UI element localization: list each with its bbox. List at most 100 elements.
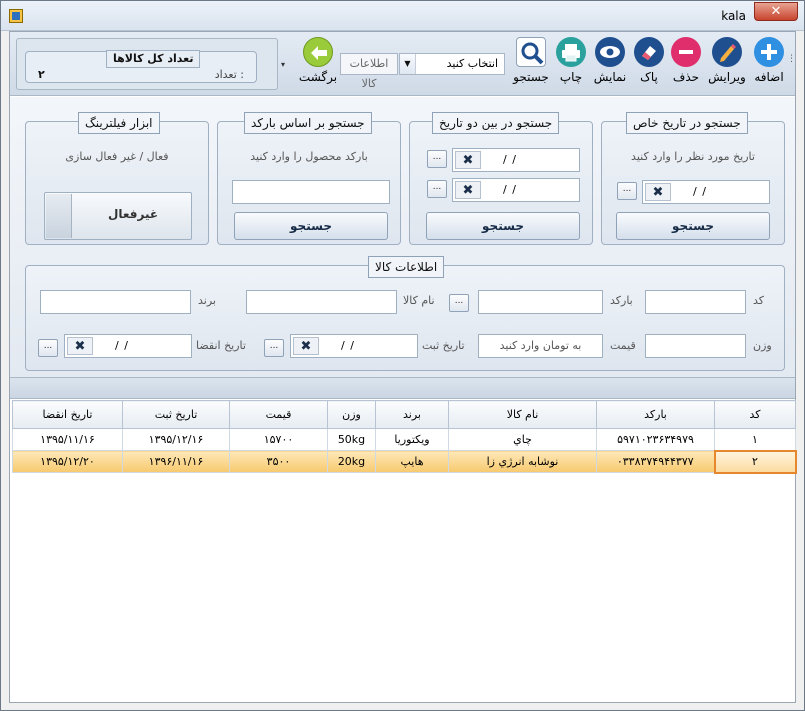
date-to-picker-button[interactable]: ... [427,180,447,198]
client-area: تعداد کل کالاها تعداد : ۲ ▾ برگشت اطلاعا… [9,31,797,703]
title-bar[interactable]: kala ✕ [1,1,804,31]
date-to-input[interactable]: ✖ / / [452,178,580,202]
brand-input[interactable] [40,290,191,314]
table-cell[interactable]: نوشابه انرژي زا [448,450,597,473]
table-cell[interactable]: 20kg [327,450,376,473]
search-button[interactable]: جستجو [510,37,552,89]
brand-label: برند [198,294,216,307]
table-cell[interactable]: ۳۵۰۰ [229,450,328,473]
column-header[interactable]: تاریخ ثبت [122,400,230,429]
add-label: اضافه [754,70,784,84]
back-label: برگشت [298,70,338,84]
barcode-search-input[interactable] [232,180,390,204]
search-label: جستجو [513,70,549,84]
code-input[interactable] [645,290,746,314]
column-header[interactable]: تاریخ انقضا [12,400,123,429]
chevron-down-icon[interactable]: ▼ [400,54,416,74]
back-button[interactable]: برگشت [296,37,340,89]
window-title: kala [721,9,746,23]
add-button[interactable]: اضافه [750,37,788,89]
items-table: کد بارکد نام کالا برند وزن قیمت تاریخ ثب… [12,400,797,474]
specific-date-picker-button[interactable]: ... [617,182,637,200]
specific-date-title: جستجو در تاریخ خاص [626,112,748,134]
date-from-input[interactable]: ✖ / / [452,148,580,172]
count-label: تعداد : [214,68,244,81]
table-cell-focused[interactable]: ۲ [713,449,797,474]
print-button[interactable]: چاپ [554,37,588,89]
column-header[interactable]: قیمت [229,400,328,429]
table-cell[interactable]: ۱۳۹۵/۱۲/۱۶ [122,428,230,451]
close-button[interactable]: ✕ [754,2,798,21]
barcode-search-button[interactable]: جستجو [234,212,388,240]
printer-icon [556,37,586,67]
table-cell[interactable]: ۵۹۷۱۰۲۳۶۳۴۹۷۹ [596,428,715,451]
clear-icon[interactable]: ✖ [455,151,481,169]
table-cell[interactable]: ۱۳۹۵/۱۲/۲۰ [12,450,123,473]
search-area: ابزار فیلترینگ فعال / غیر فعال سازی غیرف… [10,97,795,379]
edit-label: ویرایش [708,70,746,84]
between-dates-search-button[interactable]: جستجو [426,212,580,240]
date-to-value: / / [503,183,517,196]
column-header[interactable]: بارکد [596,400,715,429]
weight-label: وزن [753,339,772,352]
reg-date-input[interactable]: ✖ / / [290,334,418,358]
clear-icon[interactable]: ✖ [455,181,481,199]
eye-icon [595,37,625,67]
date-from-picker-button[interactable]: ... [427,150,447,168]
barcode-generate-button[interactable]: ... [449,294,469,312]
item-name-label: نام کالا [403,294,435,307]
item-name-input[interactable] [246,290,397,314]
column-header[interactable]: کد [714,400,796,429]
show-label: نمایش [593,70,627,84]
toolbar: تعداد کل کالاها تعداد : ۲ ▾ برگشت اطلاعا… [10,32,796,96]
barcode-input[interactable] [478,290,603,314]
specific-date-group: جستجو در تاریخ خاص تاریخ مورد نظر را وار… [601,112,785,245]
table-cell[interactable]: ۱۳۹۵/۱۱/۱۶ [12,428,123,451]
barcode-hint: بارکد محصول را وارد کنید [250,150,368,163]
plus-icon [754,37,784,67]
table-cell[interactable]: ۰۳۳۸۳۷۴۹۴۴۳۷۷ [596,450,715,473]
app-icon [9,9,23,23]
magnifier-icon [516,37,546,67]
items-grid[interactable]: کد بارکد نام کالا برند وزن قیمت تاریخ ثب… [12,400,797,702]
minus-icon [671,37,701,67]
count-panel: تعداد کل کالاها تعداد : ۲ [25,50,257,83]
show-button[interactable]: نمایش [590,37,630,89]
table-cell[interactable]: ۱۵۷۰۰ [229,428,328,451]
reg-date-picker-button[interactable]: ... [264,339,284,357]
table-cell[interactable]: 50kg [327,428,376,451]
edit-button[interactable]: ویرایش [706,37,748,89]
toolbar-overflow-icon[interactable]: ▾ [281,60,287,70]
column-header[interactable]: نام کالا [448,400,597,429]
column-header[interactable]: برند [375,400,449,429]
table-header-row: کد بارکد نام کالا برند وزن قیمت تاریخ ثب… [12,400,796,429]
delete-button[interactable]: حذف [668,37,704,89]
table-cell[interactable]: هايپ [375,450,449,473]
exp-date-input[interactable]: ✖ / / [64,334,192,358]
exp-date-picker-button[interactable]: ... [38,339,58,357]
table-cell[interactable]: ۱۳۹۶/۱۱/۱۶ [122,450,230,473]
toolbar-grip-icon[interactable]: ⋮ [787,54,796,64]
price-input[interactable]: به تومان وارد کنید [478,334,603,358]
filter-group-title: ابزار فیلترینگ [78,112,160,134]
weight-input[interactable] [645,334,746,358]
clear-button[interactable]: پاک [632,37,666,89]
filter-toggle[interactable]: غیرفعال [44,192,192,240]
table-row[interactable]: ۱ ۵۹۷۱۰۲۳۶۳۴۹۷۹ چاي ويکتوريا 50kg ۱۵۷۰۰ … [12,428,796,451]
specific-date-input[interactable]: ✖ / / [642,180,770,204]
table-row-selected[interactable]: ۲ ۰۳۳۸۳۷۴۹۴۴۳۷۷ نوشابه انرژي زا هايپ 20k… [12,449,797,474]
specific-date-search-button[interactable]: جستجو [616,212,770,240]
filter-select[interactable]: ▼ انتخاب کنید [399,53,505,75]
toggle-knob[interactable] [46,194,72,238]
table-cell[interactable]: ۱ [714,428,796,451]
reg-date-value: / / [341,339,355,352]
table-cell[interactable]: چاي [448,428,597,451]
count-group-title: تعداد کل کالاها [106,50,201,68]
table-cell[interactable]: ويکتوريا [375,428,449,451]
clear-icon[interactable]: ✖ [645,183,671,201]
column-header[interactable]: وزن [327,400,376,429]
clear-icon[interactable]: ✖ [293,337,319,355]
item-info-button[interactable]: اطلاعات کالا [340,53,398,90]
clear-icon[interactable]: ✖ [67,337,93,355]
count-section: تعداد کل کالاها تعداد : ۲ [16,38,278,90]
